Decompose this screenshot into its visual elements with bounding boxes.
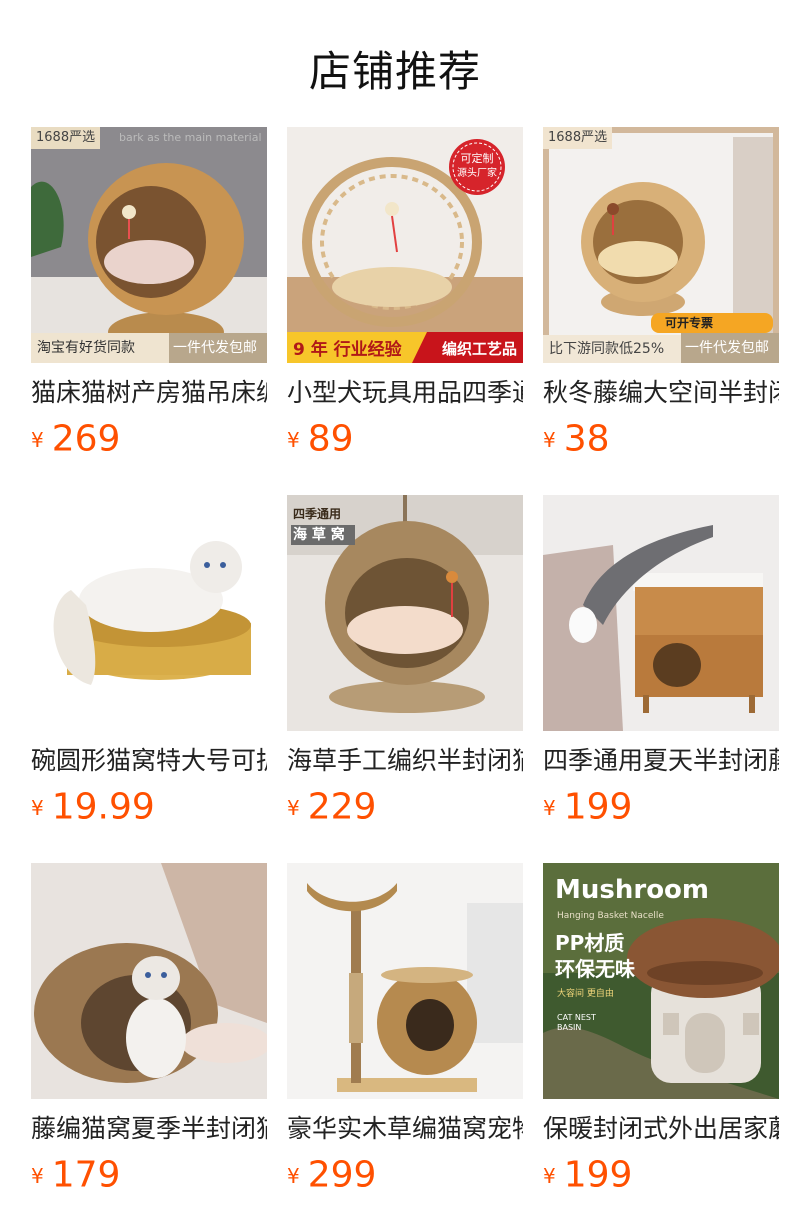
currency-symbol: ¥	[31, 427, 44, 452]
tag-top-right: bark as the main material	[119, 131, 262, 144]
product-image[interactable]	[31, 495, 267, 731]
product-title[interactable]: 碗圆形猫窝特大号可拆洗	[31, 745, 267, 777]
product-price: ¥299	[287, 1155, 523, 1195]
tag-top-left: 1688严选	[31, 127, 101, 149]
price-value: 299	[307, 1154, 377, 1196]
product-image[interactable]: Mushroom Hanging Basket Nacelle PP材质 环保无…	[543, 863, 779, 1099]
product-price: ¥269	[31, 419, 267, 459]
currency-symbol: ¥	[31, 795, 44, 820]
product-card[interactable]: 藤编猫窝夏季半封闭猫屋 ¥179	[31, 863, 267, 1195]
price-value: 38	[563, 418, 610, 460]
tag-sub: Hanging Basket Nacelle	[557, 911, 664, 921]
price-value: 269	[51, 418, 121, 460]
product-price: ¥89	[287, 419, 523, 459]
product-price: ¥19.99	[31, 787, 267, 827]
currency-symbol: ¥	[287, 1163, 300, 1188]
product-card[interactable]: Mushroom Hanging Basket Nacelle PP材质 环保无…	[543, 863, 779, 1195]
product-card[interactable]: 1688严选 bark as the main material 淘宝有好货同款…	[31, 127, 267, 459]
product-image[interactable]	[31, 863, 267, 1099]
price-value: 179	[51, 1154, 121, 1196]
price-value: 89	[307, 418, 354, 460]
tag-mid-right: 可开专票	[665, 316, 714, 330]
tag-line2: 环保无味	[555, 957, 635, 981]
product-price: ¥199	[543, 787, 779, 827]
product-title[interactable]: 藤编猫窝夏季半封闭猫屋	[31, 1113, 267, 1145]
product-image[interactable]	[287, 863, 523, 1099]
product-title[interactable]: 保暖封闭式外出居家蘑菇猫窝	[543, 1113, 779, 1145]
tag-bottom-left: 淘宝有好货同款	[31, 333, 183, 363]
product-card[interactable]: 1688严选 可开专票 比下游同款低25% 一件代发包邮 秋冬藤编大空间半封闭猫…	[543, 127, 779, 459]
product-card[interactable]: 碗圆形猫窝特大号可拆洗 ¥19.99	[31, 495, 267, 827]
product-price: ¥179	[31, 1155, 267, 1195]
product-title[interactable]: 四季通用夏天半封闭藤编猫柜	[543, 745, 779, 777]
product-card[interactable]: 四季通用夏天半封闭藤编猫柜 ¥199	[543, 495, 779, 827]
tag-bottom-right: 一件代发包邮	[681, 333, 779, 363]
product-title[interactable]: 秋冬藤编大空间半封闭猫窝	[543, 377, 779, 409]
tag-bottom-left: 9 年 行业经验	[293, 340, 402, 360]
product-price: ¥199	[543, 1155, 779, 1195]
currency-symbol: ¥	[287, 427, 300, 452]
price-value: 199	[563, 1154, 633, 1196]
tag-bottom-right: 编织工艺品	[441, 340, 517, 358]
product-image[interactable]: 1688严选 可开专票 比下游同款低25% 一件代发包邮	[543, 127, 779, 363]
product-price: ¥229	[287, 787, 523, 827]
currency-symbol: ¥	[543, 427, 556, 452]
tag-top-left-line1: 四季通用	[293, 507, 342, 521]
product-card[interactable]: 豪华实木草编猫窝宠物猫爬架 ¥299	[287, 863, 523, 1195]
price-value: 229	[307, 786, 377, 828]
currency-symbol: ¥	[287, 795, 300, 820]
product-card[interactable]: 可定制 源头厂家 9 年 行业经验 编织工艺品 小型犬玩具用品四季通用猫窝 ¥8…	[287, 127, 523, 459]
tag-top-left: 1688严选	[543, 127, 613, 149]
product-image[interactable]: 1688严选 bark as the main material 淘宝有好货同款…	[31, 127, 267, 363]
product-title[interactable]: 小型犬玩具用品四季通用猫窝	[287, 377, 523, 409]
tag-top-left-line2: 海 草 窝	[293, 527, 345, 543]
product-image[interactable]: 四季通用 海 草 窝	[287, 495, 523, 731]
product-image[interactable]	[543, 495, 779, 731]
currency-symbol: ¥	[543, 795, 556, 820]
tag-headline: Mushroom	[555, 875, 710, 905]
currency-symbol: ¥	[31, 1163, 44, 1188]
currency-symbol: ¥	[543, 1163, 556, 1188]
tag-small2: CAT NEST BASIN	[557, 1013, 596, 1032]
price-value: 199	[563, 786, 633, 828]
tag-line1: PP材质	[555, 931, 625, 955]
product-title[interactable]: 豪华实木草编猫窝宠物猫爬架	[287, 1113, 523, 1145]
tag-bottom-left: 比下游同款低25%	[549, 341, 665, 357]
product-title[interactable]: 海草手工编织半封闭猫窝	[287, 745, 523, 777]
tag-small: 大容间 更自由	[557, 989, 614, 999]
tag-bottom-right: 一件代发包邮	[169, 333, 267, 363]
page-title: 店铺推荐	[308, 47, 481, 96]
product-title[interactable]: 猫床猫树产房猫吊床编织猫窝	[31, 377, 267, 409]
product-price: ¥38	[543, 419, 779, 459]
badge-line2: 源头厂家	[457, 168, 497, 179]
price-value: 19.99	[51, 786, 155, 828]
product-image[interactable]: 可定制 源头厂家 9 年 行业经验 编织工艺品	[287, 127, 523, 363]
badge-line1: 可定制	[460, 152, 494, 165]
product-card[interactable]: 四季通用 海 草 窝 海草手工编织半封闭猫窝 ¥229	[287, 495, 523, 827]
